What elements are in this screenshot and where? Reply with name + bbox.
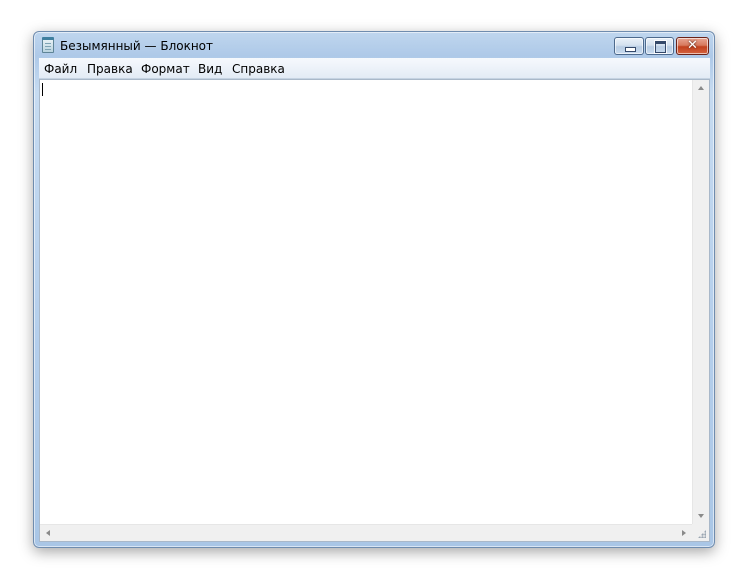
close-button[interactable]: ✕	[676, 37, 709, 55]
scroll-left-arrow-icon[interactable]	[46, 530, 50, 536]
resize-grip-icon[interactable]	[692, 524, 709, 541]
minimize-button[interactable]	[614, 37, 644, 55]
text-caret	[42, 83, 43, 96]
menu-help[interactable]: Справка	[232, 62, 285, 76]
close-icon: ✕	[687, 38, 698, 53]
menu-edit[interactable]: Правка	[87, 62, 133, 76]
vertical-scrollbar[interactable]	[692, 80, 709, 524]
horizontal-scrollbar[interactable]	[40, 524, 692, 541]
scroll-up-arrow-icon[interactable]	[698, 86, 704, 90]
maximize-button[interactable]	[645, 37, 674, 55]
menu-view[interactable]: Вид	[198, 62, 222, 76]
window-title: Безымянный — Блокнот	[60, 39, 214, 53]
title-bar[interactable]: Безымянный — Блокнот ✕	[34, 32, 714, 58]
scroll-right-arrow-icon[interactable]	[682, 530, 686, 536]
notepad-window: Безымянный — Блокнот ✕ Файл Правка Форма…	[33, 31, 715, 548]
menu-bar: Файл Правка Формат Вид Справка	[39, 58, 710, 79]
minimize-icon	[625, 47, 636, 52]
text-editor[interactable]	[39, 79, 710, 542]
menu-format[interactable]: Формат	[141, 62, 190, 76]
menu-file[interactable]: Файл	[44, 62, 77, 76]
maximize-icon	[655, 41, 666, 53]
notepad-icon[interactable]	[42, 37, 54, 53]
scroll-down-arrow-icon[interactable]	[698, 514, 704, 518]
